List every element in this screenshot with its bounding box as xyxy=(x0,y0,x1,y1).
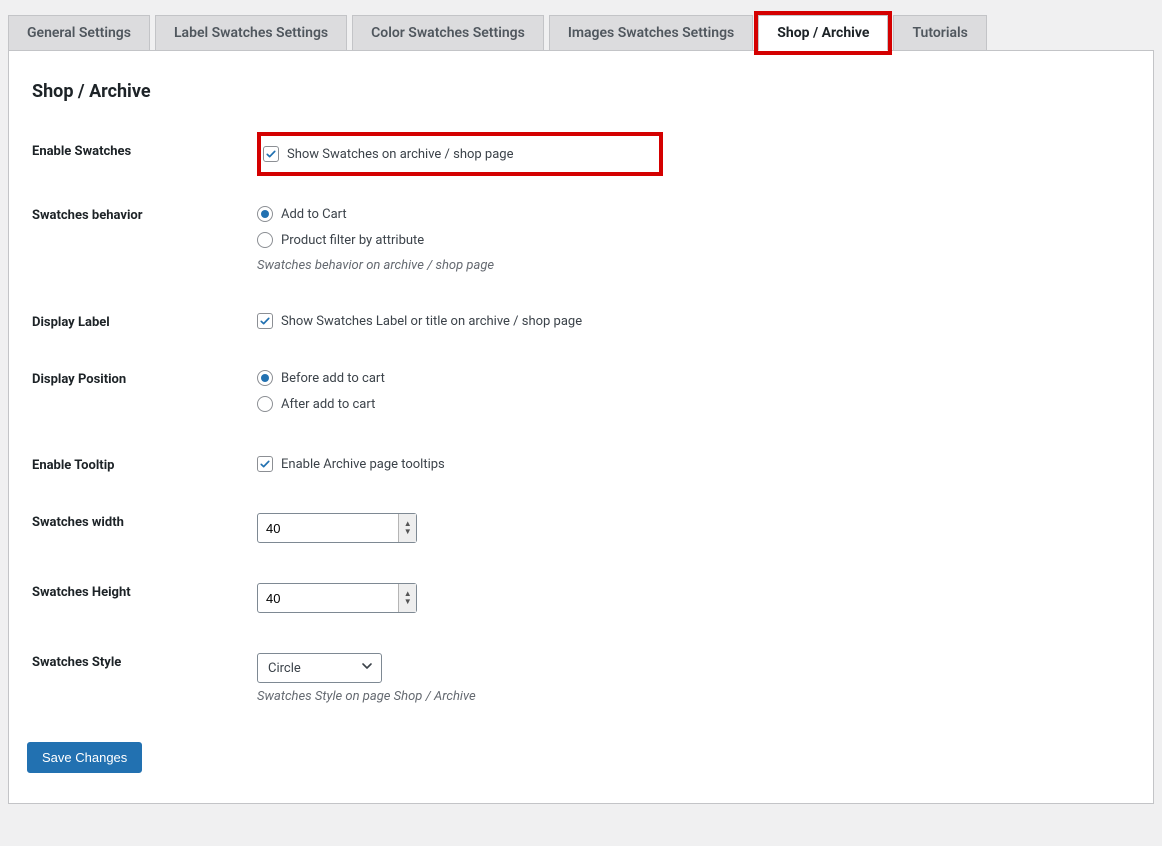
radio-dot-icon xyxy=(261,374,269,382)
tab-label: Color Swatches Settings xyxy=(371,25,525,41)
field-label-swatches-behavior: Swatches behavior xyxy=(27,196,247,303)
swatches-behavior-radio-add-to-cart[interactable] xyxy=(257,206,273,222)
settings-panel: Shop / Archive Enable Swatches Show Swat… xyxy=(8,50,1154,804)
tab-label: Label Swatches Settings xyxy=(174,25,328,41)
spinner-down-icon[interactable]: ▼ xyxy=(404,598,412,606)
radio-label: Product filter by attribute xyxy=(281,233,424,248)
field-description: Swatches behavior on archive / shop page xyxy=(257,258,1125,273)
field-label-display-position: Display Position xyxy=(27,360,247,446)
page-title: Shop / Archive xyxy=(32,81,1135,102)
field-label-swatches-style: Swatches Style xyxy=(27,643,247,734)
radio-label: After add to cart xyxy=(281,397,375,412)
enable-swatches-checkbox-label: Show Swatches on archive / shop page xyxy=(287,147,513,162)
field-label-enable-tooltip: Enable Tooltip xyxy=(27,446,247,503)
display-position-radio-after[interactable] xyxy=(257,396,273,412)
spinner-down-icon[interactable]: ▼ xyxy=(404,528,412,536)
tab-label: General Settings xyxy=(27,25,131,41)
number-spinner: ▲ ▼ xyxy=(398,514,416,542)
tab-images-swatches-settings[interactable]: Images Swatches Settings xyxy=(549,15,753,51)
highlighted-option: Show Swatches on archive / shop page xyxy=(257,132,663,176)
checkmark-icon xyxy=(265,148,277,160)
save-changes-button[interactable]: Save Changes xyxy=(27,742,142,773)
tab-shop-archive[interactable]: Shop / Archive xyxy=(758,15,888,51)
field-label-display-label: Display Label xyxy=(27,303,247,360)
field-label-swatches-height: Swatches Height xyxy=(27,573,247,643)
field-label-swatches-width: Swatches width xyxy=(27,503,247,573)
swatches-height-input-wrapper: ▲ ▼ xyxy=(257,583,417,613)
tab-label-swatches-settings[interactable]: Label Swatches Settings xyxy=(155,15,347,51)
display-label-checkbox-label: Show Swatches Label or title on archive … xyxy=(281,314,582,329)
enable-swatches-checkbox[interactable] xyxy=(263,146,279,162)
tab-general-settings[interactable]: General Settings xyxy=(8,15,150,51)
swatches-width-input[interactable] xyxy=(258,514,398,542)
swatches-behavior-radio-product-filter[interactable] xyxy=(257,232,273,248)
tab-label: Images Swatches Settings xyxy=(568,25,734,41)
enable-tooltip-checkbox[interactable] xyxy=(257,456,273,472)
select-value: Circle xyxy=(268,661,301,676)
swatches-style-select[interactable]: Circle xyxy=(257,653,382,683)
field-description: Swatches Style on page Shop / Archive xyxy=(257,689,1125,704)
chevron-down-icon xyxy=(361,660,373,676)
tab-label: Tutorials xyxy=(912,25,967,41)
tab-tutorials[interactable]: Tutorials xyxy=(893,15,986,51)
display-label-checkbox[interactable] xyxy=(257,313,273,329)
enable-tooltip-checkbox-label: Enable Archive page tooltips xyxy=(281,457,445,472)
field-label-enable-swatches: Enable Swatches xyxy=(27,132,247,196)
number-spinner: ▲ ▼ xyxy=(398,584,416,612)
checkmark-icon xyxy=(259,458,271,470)
radio-dot-icon xyxy=(261,210,269,218)
tab-label: Shop / Archive xyxy=(777,25,869,41)
tab-color-swatches-settings[interactable]: Color Swatches Settings xyxy=(352,15,544,51)
swatches-height-input[interactable] xyxy=(258,584,398,612)
radio-label: Add to Cart xyxy=(281,207,347,222)
settings-tabs: General Settings Label Swatches Settings… xyxy=(8,15,1154,50)
swatches-width-input-wrapper: ▲ ▼ xyxy=(257,513,417,543)
form-table: Enable Swatches Show Swatches on archive… xyxy=(27,132,1135,734)
radio-label: Before add to cart xyxy=(281,371,385,386)
checkmark-icon xyxy=(259,315,271,327)
display-position-radio-before[interactable] xyxy=(257,370,273,386)
